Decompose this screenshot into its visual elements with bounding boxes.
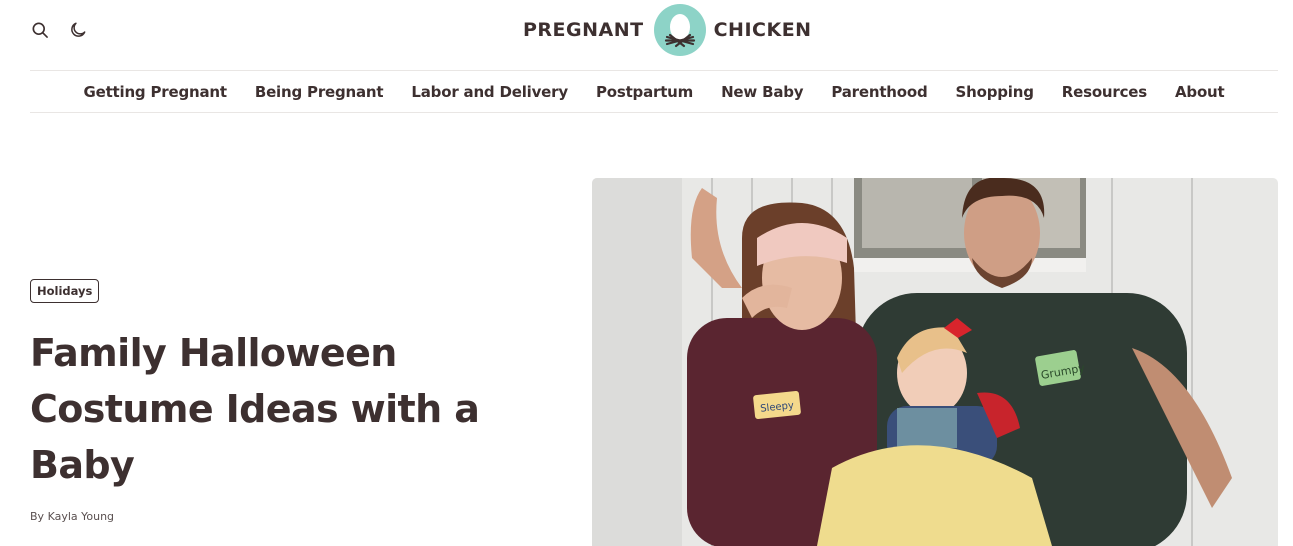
nav-item-about[interactable]: About: [1161, 83, 1239, 101]
nav-item-getting-pregnant[interactable]: Getting Pregnant: [69, 83, 240, 101]
logo-text-right: CHICKEN: [713, 19, 812, 41]
moon-icon: [71, 22, 86, 37]
family-photo: Grumpy Sleepy: [592, 178, 1278, 546]
byline: By Kayla Young: [30, 510, 114, 523]
byline-prefix: By: [30, 510, 45, 523]
article-title: Family Halloween Costume Ideas with a Ba…: [30, 331, 480, 487]
nav-item-being-pregnant[interactable]: Being Pregnant: [241, 83, 398, 101]
category-tag[interactable]: Holidays: [30, 279, 100, 303]
logo-text-left: PREGNANT: [523, 19, 644, 41]
nav-item-labor-and-delivery[interactable]: Labor and Delivery: [397, 83, 582, 101]
hero-image[interactable]: Grumpy Sleepy: [592, 178, 1278, 546]
nav-item-shopping[interactable]: Shopping: [942, 83, 1048, 101]
search-icon: [32, 22, 48, 38]
author-link[interactable]: Kayla Young: [48, 510, 114, 523]
main-navigation: Getting Pregnant Being Pregnant Labor an…: [30, 70, 1278, 113]
search-button[interactable]: [28, 18, 52, 42]
site-logo[interactable]: PREGNANT CHICKEN: [523, 4, 812, 56]
nav-item-new-baby[interactable]: New Baby: [707, 83, 817, 101]
dark-mode-toggle[interactable]: [66, 18, 90, 42]
egg-nest-icon: [653, 4, 706, 56]
nav-item-resources[interactable]: Resources: [1048, 83, 1161, 101]
nav-item-parenthood[interactable]: Parenthood: [817, 83, 941, 101]
nav-item-postpartum[interactable]: Postpartum: [582, 83, 707, 101]
